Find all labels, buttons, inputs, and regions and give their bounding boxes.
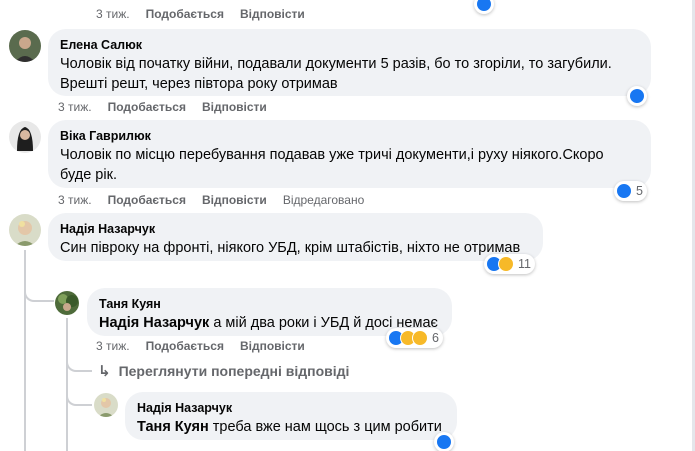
view-previous-replies-link[interactable]: ↳ Переглянути попередні відповіді xyxy=(98,362,349,380)
comment-text: буде рік. xyxy=(60,167,117,183)
mention-link[interactable]: Таня Куян xyxy=(137,419,209,435)
avatar[interactable] xyxy=(9,214,41,246)
reaction-count: 6 xyxy=(432,331,439,345)
avatar[interactable] xyxy=(9,121,41,153)
reply-bubble: Надія Назарчук Таня Куян треба вже нам щ… xyxy=(125,392,457,440)
top-comment-actions: 3 тиж. Подобається Відповісти xyxy=(96,7,305,22)
comment-text: Чоловік по місцю перебування подавав уже… xyxy=(60,147,604,163)
reply-time[interactable]: 3 тиж. xyxy=(96,339,130,354)
comment-time[interactable]: 3 тиж. xyxy=(58,193,92,208)
reply-link[interactable]: Відповісти xyxy=(202,100,267,115)
reply-link[interactable]: Відповісти xyxy=(240,339,305,354)
like-icon xyxy=(616,183,632,199)
reply-link[interactable]: Відповісти xyxy=(202,193,267,208)
comment-bubble: Надія Назарчук Син півроку на фронті, ні… xyxy=(48,213,543,261)
comment-text: Син півроку на фронті, ніякого УБД, крім… xyxy=(60,240,521,256)
like-link[interactable]: Подобається xyxy=(146,339,224,354)
like-link[interactable]: Подобається xyxy=(146,7,224,22)
thread-connector xyxy=(66,350,92,372)
reply-link[interactable]: Відповісти xyxy=(240,7,305,22)
avatar[interactable] xyxy=(9,30,41,62)
reply-author[interactable]: Таня Куян xyxy=(99,296,440,313)
comment-actions: 3 тиж. Подобається Відповісти xyxy=(58,100,267,115)
reaction-count: 5 xyxy=(636,184,643,198)
comment-text: Чоловік від початку війни, подавали доку… xyxy=(60,56,612,72)
reaction-badge[interactable] xyxy=(627,86,647,106)
like-link[interactable]: Подобається xyxy=(108,193,186,208)
reply-actions: 3 тиж. Подобається Відповісти xyxy=(96,339,305,354)
reply-text: Таня Куян треба вже нам щось з цим робит… xyxy=(137,417,445,437)
comment-author[interactable]: Надія Назарчук xyxy=(60,221,531,238)
reaction-count: 11 xyxy=(518,257,531,271)
comment-bubble: Елена Салюк Чоловік від початку війни, п… xyxy=(48,29,651,96)
avatar[interactable] xyxy=(55,291,79,315)
reaction-badge[interactable]: 6 xyxy=(386,328,443,348)
top-reaction-badge[interactable] xyxy=(474,0,494,14)
reply-author[interactable]: Надія Назарчук xyxy=(137,400,445,417)
reply-arrow-icon: ↳ xyxy=(98,363,111,380)
thread-connector xyxy=(24,250,54,302)
sad-icon xyxy=(412,330,428,346)
like-icon xyxy=(476,0,492,12)
comment-bubble: Віка Гаврилюк Чоловік по місцю перебуван… xyxy=(48,120,651,188)
comment-actions: 3 тиж. Подобається Відповісти Відредагов… xyxy=(58,193,364,208)
thread-connector xyxy=(66,382,92,406)
reaction-badge[interactable]: 11 xyxy=(484,254,535,274)
mention-link[interactable]: Надія Назарчук xyxy=(99,315,209,331)
reply-text-body: треба вже нам щось з цим робити xyxy=(208,419,442,435)
comment-author[interactable]: Віка Гаврилюк xyxy=(60,128,639,145)
like-icon xyxy=(436,434,452,450)
comment-text: Врешті решт, через півтора року отримав xyxy=(60,76,338,92)
comment-author[interactable]: Елена Салюк xyxy=(60,37,639,54)
like-icon xyxy=(629,88,645,104)
reaction-badge[interactable] xyxy=(434,432,454,451)
like-link[interactable]: Подобається xyxy=(108,100,186,115)
avatar[interactable] xyxy=(94,393,118,417)
comment-time[interactable]: 3 тиж. xyxy=(96,7,130,22)
reaction-badge[interactable]: 5 xyxy=(614,181,647,201)
comment-time[interactable]: 3 тиж. xyxy=(58,100,92,115)
sad-icon xyxy=(498,256,514,272)
view-previous-label[interactable]: Переглянути попередні відповіді xyxy=(119,363,350,379)
edited-label: Відредаговано xyxy=(282,193,365,207)
